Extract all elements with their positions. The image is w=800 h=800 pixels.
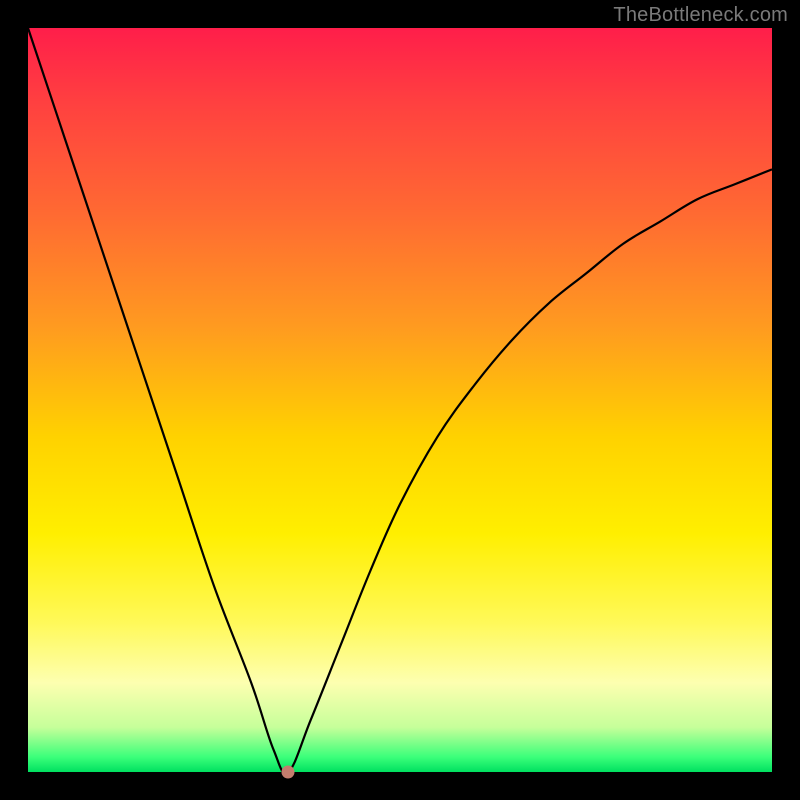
plot-area	[28, 28, 772, 772]
bottleneck-curve	[28, 28, 772, 772]
chart-frame: TheBottleneck.com	[0, 0, 800, 800]
watermark-text: TheBottleneck.com	[613, 4, 788, 27]
optimum-marker	[282, 766, 295, 779]
curve-path	[28, 28, 772, 773]
